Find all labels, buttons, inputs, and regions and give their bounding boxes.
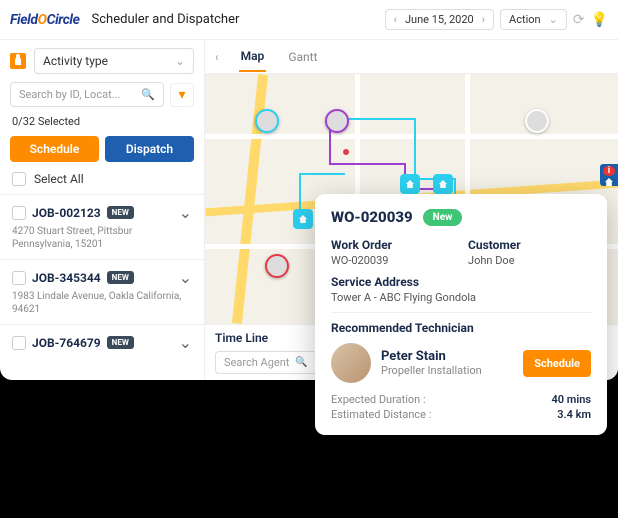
job-address: 4270 Stuart Street, Pittsbur Pennsylvani… [12, 225, 192, 251]
status-badge: New [423, 209, 463, 226]
estimated-distance-label: Estimated Distance : [331, 408, 431, 421]
select-all-checkbox[interactable] [12, 172, 26, 186]
search-input[interactable]: Search by ID, Locat... 🔍 [10, 82, 164, 107]
map-side-control[interactable]: i [600, 164, 618, 186]
new-badge: NEW [107, 336, 134, 349]
new-badge: NEW [107, 206, 134, 219]
technician-role: Propeller Installation [381, 364, 513, 377]
job-item: JOB-345344 NEW ⌄ 1983 Lindale Avenue, Oa… [0, 259, 204, 324]
technician-marker[interactable] [265, 254, 289, 278]
date-picker[interactable]: ‹ June 15, 2020 › [385, 9, 494, 30]
recommended-technician-label: Recommended Technician [331, 321, 591, 335]
current-location-dot [343, 149, 349, 155]
chevron-down-icon: ⌄ [175, 54, 185, 68]
job-checkbox[interactable] [12, 336, 26, 350]
new-badge: NEW [107, 271, 134, 284]
sidebar: Activity type ⌄ Search by ID, Locat... 🔍… [0, 40, 205, 380]
schedule-technician-button[interactable]: Schedule [523, 350, 591, 377]
chevron-down-icon: ⌄ [549, 13, 558, 26]
dispatch-button[interactable]: Dispatch [105, 136, 194, 162]
chevron-down-icon[interactable]: ⌄ [179, 203, 192, 222]
action-select[interactable]: Action ⌄ [500, 9, 567, 30]
selection-count: 0/32 Selected [0, 115, 204, 136]
search-icon: 🔍 [295, 357, 307, 368]
chevron-down-icon[interactable]: ⌄ [179, 333, 192, 352]
expected-duration-value: 40 mins [551, 393, 591, 406]
customer-label: Customer [468, 238, 591, 252]
job-checkbox[interactable] [12, 206, 26, 220]
address-label: Service Address [331, 275, 591, 289]
technician-marker[interactable] [325, 109, 349, 133]
bulb-icon[interactable]: 💡 [591, 12, 608, 28]
brand-logo: FieldOCircle [10, 12, 80, 28]
tab-map[interactable]: Map [239, 42, 267, 72]
job-item: JOB-002123 NEW ⌄ 4270 Stuart Street, Pit… [0, 194, 204, 259]
chevron-down-icon[interactable]: ⌄ [179, 268, 192, 287]
job-address: 1983 Lindale Avenue, Oakla California, 9… [12, 290, 192, 316]
estimated-distance-value: 3.4 km [557, 408, 591, 421]
job-item: JOB-764679 NEW ⌄ [0, 324, 204, 360]
page-title: Scheduler and Dispatcher [92, 12, 379, 27]
timeline-search-input[interactable]: Search Agent 🔍 [215, 351, 317, 374]
refresh-icon[interactable]: ⟳ [573, 12, 585, 28]
job-id: JOB-002123 [32, 206, 101, 220]
schedule-button[interactable]: Schedule [10, 136, 99, 162]
address-value: Tower A - ABC Flying Gondola [331, 291, 591, 304]
job-checkbox[interactable] [12, 271, 26, 285]
customer-value: John Doe [468, 254, 591, 267]
technician-marker[interactable] [525, 109, 549, 133]
work-order-value: WO-020039 [331, 254, 454, 267]
date-prev-icon[interactable]: ‹ [394, 13, 397, 26]
date-next-icon[interactable]: › [482, 13, 485, 26]
work-order-detail-card: WO-020039 New Work Order WO-020039 Custo… [315, 194, 607, 435]
location-marker-icon[interactable] [293, 209, 313, 229]
detail-id: WO-020039 [331, 208, 413, 226]
select-all-label: Select All [34, 172, 84, 186]
location-marker-icon[interactable] [400, 174, 420, 194]
info-badge-icon: i [603, 166, 615, 176]
location-marker-icon[interactable] [433, 174, 453, 194]
work-order-label: Work Order [331, 238, 454, 252]
person-icon [10, 53, 26, 69]
job-id: JOB-345344 [32, 271, 101, 285]
job-id: JOB-764679 [32, 336, 101, 350]
search-icon: 🔍 [141, 88, 155, 101]
back-icon[interactable]: ‹ [215, 50, 219, 64]
filter-icon[interactable]: ▾ [170, 83, 194, 107]
date-value: June 15, 2020 [405, 13, 474, 26]
home-icon [603, 178, 615, 186]
activity-type-select[interactable]: Activity type ⌄ [34, 48, 194, 74]
technician-name: Peter Stain [381, 349, 513, 364]
technician-marker[interactable] [255, 109, 279, 133]
technician-avatar [331, 343, 371, 383]
tab-gantt[interactable]: Gantt [286, 43, 319, 71]
expected-duration-label: Expected Duration : [331, 393, 426, 406]
